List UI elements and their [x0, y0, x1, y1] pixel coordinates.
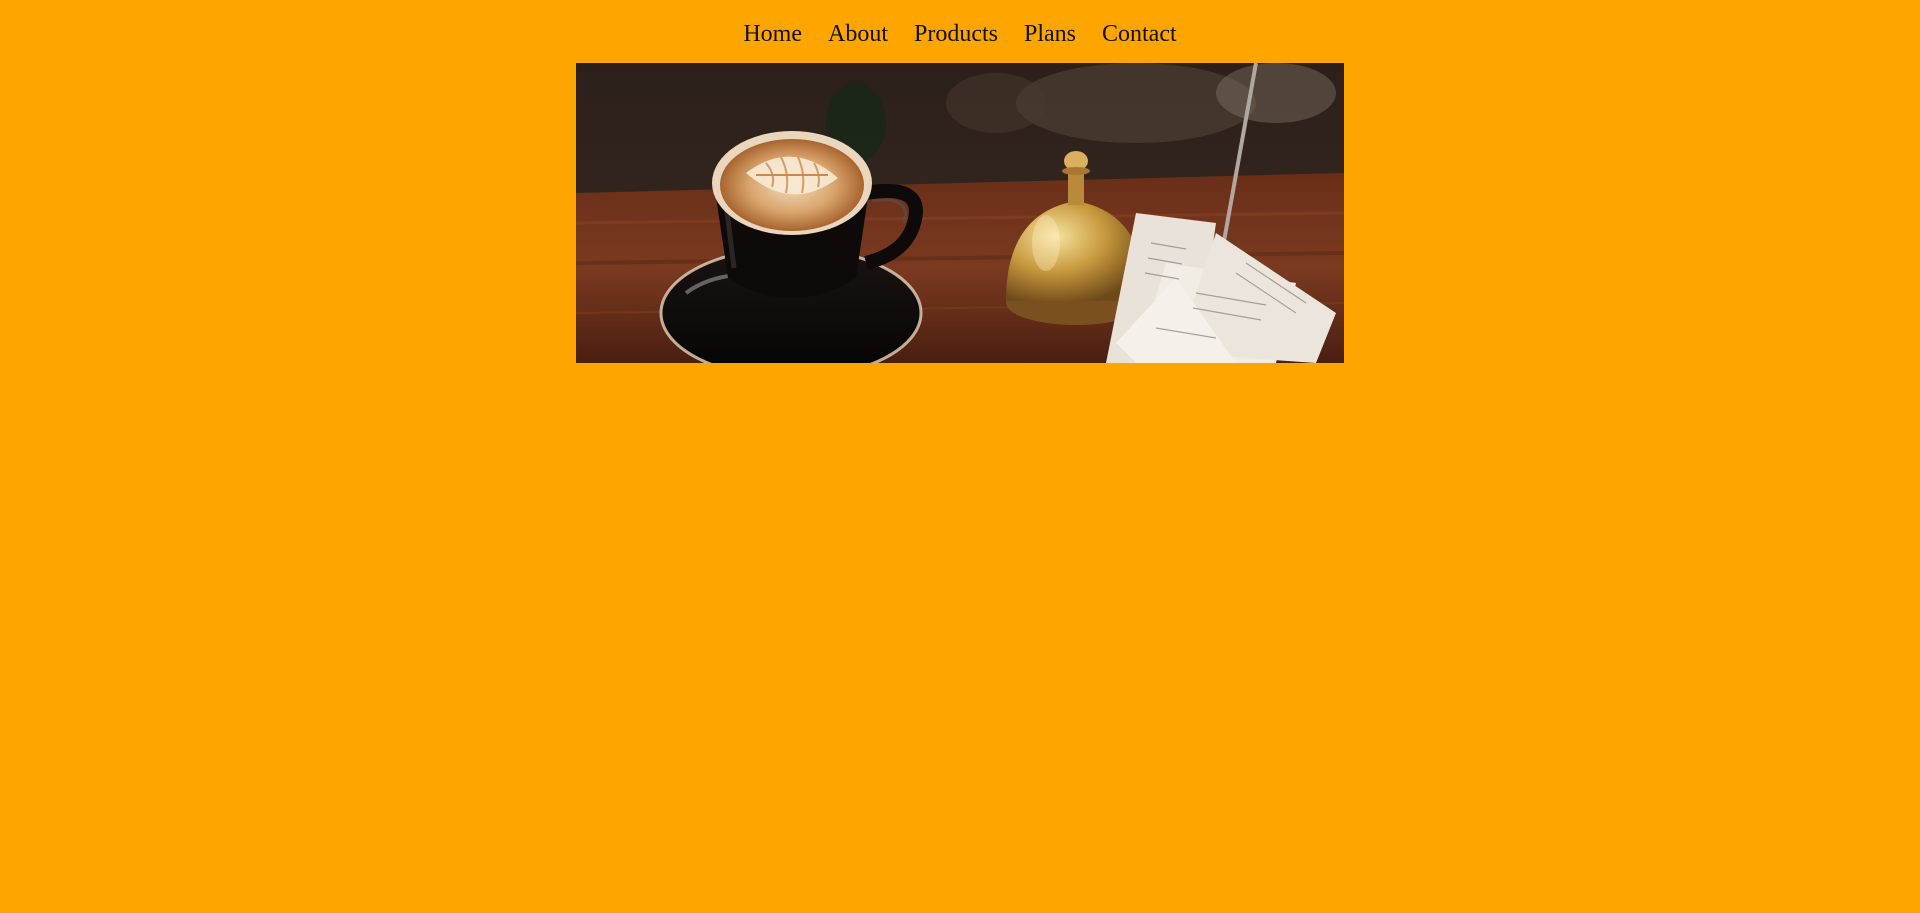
nav-products-link[interactable]: Products [914, 16, 998, 52]
coffee-photo-illustration [576, 63, 1344, 363]
nav-contact-link[interactable]: Contact [1102, 16, 1177, 52]
main-nav: Home About Products Plans Contact [0, 16, 1920, 52]
nav-home-link[interactable]: Home [743, 16, 802, 52]
hero-image [576, 63, 1344, 363]
nav-plans-link[interactable]: Plans [1024, 16, 1076, 52]
nav-about-link[interactable]: About [828, 16, 888, 52]
